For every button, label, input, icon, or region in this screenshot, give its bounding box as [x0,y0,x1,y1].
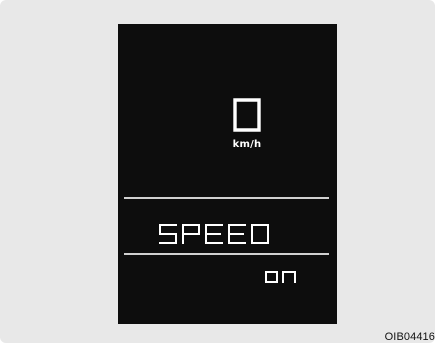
figure-code: OIB04416 [384,331,435,343]
menu-label-speed [159,224,269,244]
speed-readout [233,98,261,132]
divider-top [124,197,329,199]
cluster-display [118,24,337,324]
menu-value-on [265,271,296,283]
divider-bottom [124,253,329,255]
speed-unit: km/h [232,139,262,150]
